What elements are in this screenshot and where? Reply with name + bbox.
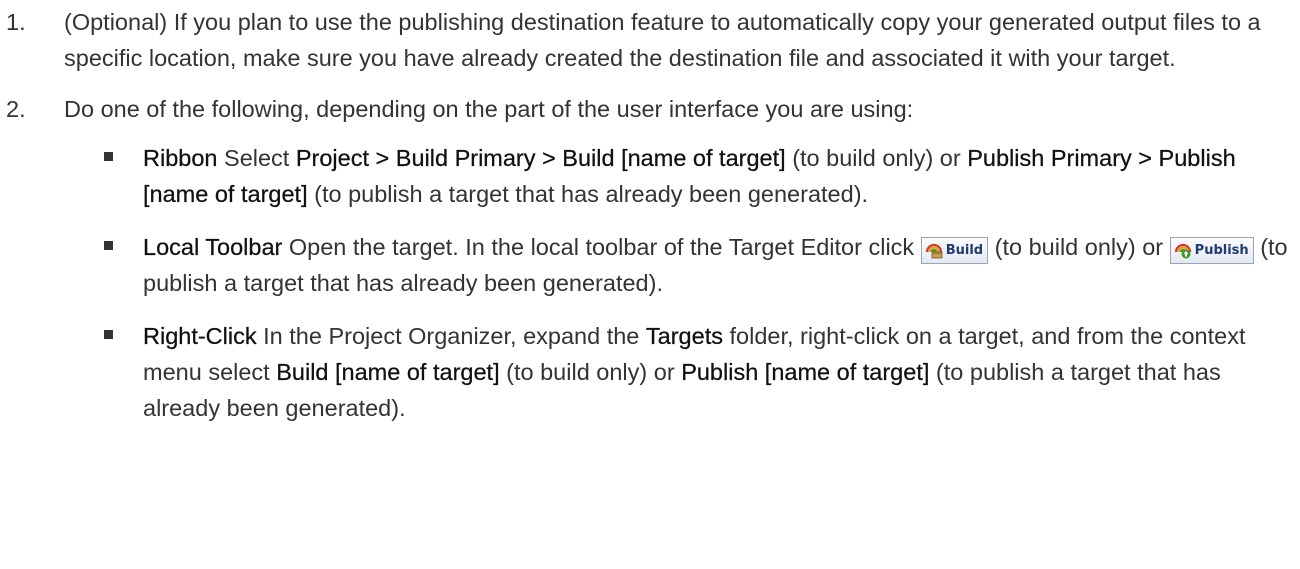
- publish-button[interactable]: Publish: [1169, 237, 1254, 264]
- build-button-label: Build: [945, 243, 984, 258]
- steps-list: 1. (Optional) If you plan to use the pub…: [6, 4, 1300, 426]
- menu-item: Publish [name of target]: [681, 359, 930, 385]
- bullet-marker: [104, 241, 113, 250]
- folder-name: Targets: [645, 323, 723, 349]
- option-right-click: Right-Click In the Project Organizer, ex…: [104, 318, 1300, 426]
- step-number: 1.: [6, 9, 26, 35]
- option-list: Ribbon Select Project > Build Primary > …: [64, 140, 1300, 426]
- text-run: (to build only) or: [988, 234, 1170, 260]
- step-number: 2.: [6, 96, 26, 122]
- document-body: 1. (Optional) If you plan to use the pub…: [0, 0, 1300, 426]
- publish-button-label: Publish: [1194, 243, 1249, 258]
- option-local-toolbar: Local Toolbar Open the target. In the lo…: [104, 229, 1300, 301]
- text-run: Select: [217, 145, 296, 171]
- step-1: 1. (Optional) If you plan to use the pub…: [6, 4, 1300, 76]
- build-target-icon: [925, 243, 943, 259]
- option-label: Local Toolbar: [143, 234, 283, 260]
- text-run: (to publish a target that has already be…: [307, 181, 869, 207]
- step-2: 2. Do one of the following, depending on…: [6, 91, 1300, 426]
- step-text: Do one of the following, depending on th…: [64, 96, 914, 122]
- option-ribbon: Ribbon Select Project > Build Primary > …: [104, 140, 1300, 212]
- menu-path: Project > Build Primary > Build [name of…: [295, 145, 786, 171]
- text-run: In the Project Organizer, expand the: [256, 323, 646, 349]
- option-label: Ribbon: [143, 145, 218, 171]
- build-button[interactable]: Build: [920, 237, 989, 264]
- menu-item: Build [name of target]: [276, 359, 500, 385]
- publish-target-icon: [1174, 243, 1191, 259]
- bullet-marker: [104, 152, 113, 161]
- text-run: (to build only) or: [499, 359, 682, 385]
- option-label: Right-Click: [143, 323, 257, 349]
- bullet-marker: [104, 330, 113, 339]
- text-run: (to build only) or: [785, 145, 968, 171]
- text-run: Open the target. In the local toolbar of…: [282, 234, 921, 260]
- step-text: (Optional) If you plan to use the publis…: [64, 9, 1261, 71]
